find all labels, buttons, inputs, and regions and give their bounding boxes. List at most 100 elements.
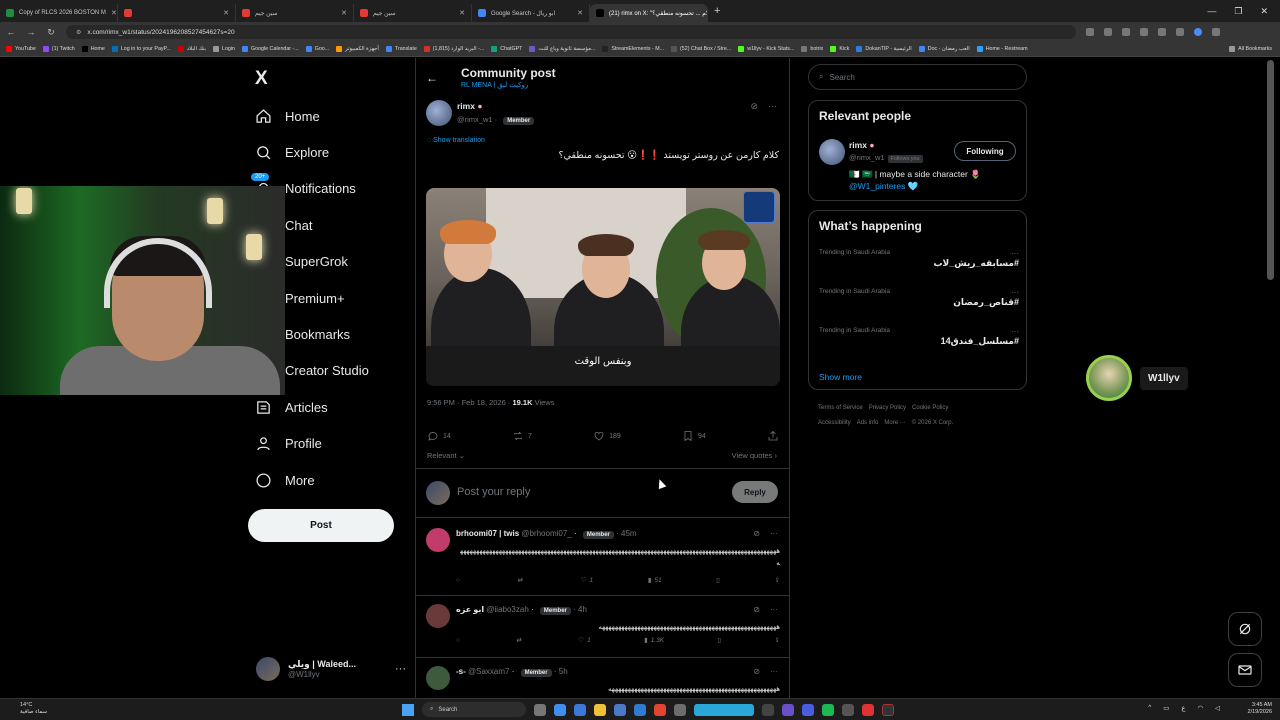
trend-item[interactable]: Trending in Saudi Arabia ··· #مسابقه_ريش_ل… xyxy=(819,249,1019,269)
bookmark-item[interactable]: (1) Twitch xyxy=(42,46,75,52)
like-action[interactable]: ♡ 1 xyxy=(578,636,590,645)
account-switcher[interactable]: ويلي | Waleed... @W1llyv ··· xyxy=(256,655,406,683)
nav-item-profile[interactable]: Profile xyxy=(255,426,369,462)
post-button[interactable]: Post xyxy=(248,509,394,542)
new-tab-button[interactable]: + xyxy=(714,5,720,17)
reply-time[interactable]: 4h xyxy=(578,605,587,614)
show-translation-link[interactable]: ◌ Show translation xyxy=(427,137,485,144)
reply-author[interactable]: -s- xyxy=(456,667,466,676)
app-icon[interactable] xyxy=(782,703,794,716)
view-quotes-link[interactable]: View quotes › xyxy=(732,451,777,460)
chevron-up-icon[interactable]: ^ xyxy=(1148,704,1151,712)
url-field[interactable]: ⚙ x.com/rimx_w1/status/20241962085274546… xyxy=(66,25,1076,39)
bio-link[interactable]: @W1_pinteres 🩵 xyxy=(849,180,981,192)
maximize-button[interactable]: ❐ xyxy=(1234,6,1242,17)
footer-link[interactable]: Privacy Policy xyxy=(869,405,906,411)
app-icon[interactable] xyxy=(882,703,894,716)
repost-action[interactable]: ⇄ xyxy=(516,636,524,644)
discord-icon[interactable] xyxy=(802,703,814,716)
reply-author[interactable]: ابو عزه xyxy=(456,605,484,614)
like-action[interactable]: 189 xyxy=(593,430,621,442)
reply-button[interactable]: Reply xyxy=(732,481,778,503)
reply-action[interactable]: 14 xyxy=(427,430,451,442)
post-author[interactable]: rimx ● xyxy=(457,101,482,111)
person-name[interactable]: rimx ● xyxy=(849,140,874,150)
views-action[interactable]: ▮ 51 xyxy=(648,576,662,585)
downloads-icon[interactable] xyxy=(1176,28,1184,36)
extension-icon[interactable] xyxy=(1158,28,1166,36)
bookmark-item[interactable]: (52) Chat Box / Stre... xyxy=(671,46,731,52)
bookmark-action[interactable]: ▯ xyxy=(717,636,721,644)
bookmark-item[interactable]: أجهزة الكمبيوتر xyxy=(336,46,379,52)
language-indicator[interactable]: ع xyxy=(1181,704,1185,712)
bookmark-item[interactable]: DokanTIP - الرئيسية xyxy=(856,46,912,52)
share-action[interactable]: ⇪ xyxy=(774,636,779,644)
more-dots-icon[interactable]: ··· xyxy=(770,667,778,676)
more-dots-icon[interactable]: ··· xyxy=(768,101,777,112)
following-button[interactable]: Following xyxy=(954,141,1016,161)
bookmark-item[interactable]: Home xyxy=(81,46,105,52)
browser-tab[interactable]: (21) rimx on X: "كلام ... تحسونه منطقي؟✕ xyxy=(590,4,708,22)
close-window-button[interactable]: ✕ xyxy=(1260,6,1268,17)
task-view-icon[interactable] xyxy=(534,703,546,716)
footer-link[interactable]: Terms of Service xyxy=(818,405,863,411)
footer-link[interactable]: Ads info xyxy=(857,420,879,426)
more-dots-icon[interactable]: ··· xyxy=(770,529,778,538)
avatar[interactable] xyxy=(819,139,845,165)
taskbar-search[interactable]: ⌕ Search xyxy=(422,702,526,717)
back-nav-icon[interactable]: ← xyxy=(6,27,16,37)
bookmark-item[interactable]: Google Calendar -... xyxy=(242,46,299,52)
views-action[interactable]: ▮ 1.3K xyxy=(644,636,664,645)
windows-start-icon[interactable] xyxy=(402,703,414,716)
weather-widget[interactable]: 14°C سماء صافية xyxy=(20,702,47,716)
reply-input[interactable]: Post your reply xyxy=(457,486,530,498)
more-dots-icon[interactable]: ··· xyxy=(1011,288,1019,297)
bookmark-item[interactable]: YouTube xyxy=(6,46,36,52)
clock[interactable]: 3:45 AM 2/19/2026 xyxy=(1248,702,1272,716)
bookmark-item[interactable]: StreamElements - M... xyxy=(602,46,664,52)
star-icon[interactable] xyxy=(1122,28,1130,36)
browser-tab[interactable]: سين جيم ✕ xyxy=(236,4,354,22)
app-icon[interactable] xyxy=(842,703,854,716)
footer-link[interactable]: © 2026 X Corp. xyxy=(912,420,953,426)
browser-tab[interactable]: ✕ xyxy=(118,4,236,22)
close-tab-icon[interactable]: ✕ xyxy=(577,9,583,17)
copilot-icon[interactable] xyxy=(554,703,566,716)
store-icon[interactable] xyxy=(614,703,626,716)
avatar[interactable] xyxy=(426,100,452,126)
back-arrow-icon[interactable]: ← xyxy=(426,71,438,85)
footer-link[interactable]: Accessibility xyxy=(818,420,851,426)
bookmark-item[interactable]: botrix xyxy=(801,46,823,52)
grok-icon[interactable]: ⊘ xyxy=(753,529,760,538)
file-explorer-icon[interactable] xyxy=(594,703,606,716)
search-input[interactable]: ⌕ Search xyxy=(808,64,1027,90)
bookmark-item[interactable]: Translate xyxy=(385,46,417,52)
browser-tab[interactable]: Google Search - ابو ريال ✕ xyxy=(472,4,590,22)
bookmark-item[interactable]: ChatGPT xyxy=(491,46,522,52)
volume-icon[interactable]: ◁ xyxy=(1215,704,1220,712)
more-dots-icon[interactable]: ··· xyxy=(1011,327,1019,336)
avatar[interactable] xyxy=(426,666,450,690)
reply-time[interactable]: 45m xyxy=(621,529,637,538)
repost-action[interactable]: ⇄ xyxy=(518,576,526,584)
reply-action[interactable]: ○ xyxy=(456,576,463,584)
profile-avatar-icon[interactable] xyxy=(1194,28,1202,36)
bookmark-item[interactable]: بنك البلاد xyxy=(177,46,206,52)
close-tab-icon[interactable]: ✕ xyxy=(341,9,347,17)
steam-icon[interactable] xyxy=(634,703,646,716)
app-icon[interactable] xyxy=(674,703,686,716)
like-action[interactable]: ♡ 1 xyxy=(581,576,593,585)
active-window-icon[interactable] xyxy=(694,703,754,716)
show-more-link[interactable]: Show more xyxy=(819,372,862,382)
grok-fab[interactable] xyxy=(1228,612,1262,646)
app-icon[interactable] xyxy=(654,703,666,716)
grok-icon[interactable]: ⊘ xyxy=(750,101,758,112)
menu-dots-icon[interactable] xyxy=(1212,28,1220,36)
reply-item[interactable]: brhoomi07 | twis @brhoomi07_ · Member · … xyxy=(416,520,790,596)
reply-item[interactable]: ابو عزه @iiabo3zah · Member · 4h ⊘ ··· هه… xyxy=(416,596,790,658)
trend-item[interactable]: Trending in Saudi Arabia ··· #قناص_رمضان xyxy=(819,288,1019,308)
reply-sort-dropdown[interactable]: Relevant ⌄ xyxy=(427,451,465,460)
app-icon[interactable] xyxy=(762,703,774,716)
bookmark-item[interactable]: Kick xyxy=(830,46,849,52)
network-icon[interactable]: ▭ xyxy=(1163,704,1169,712)
